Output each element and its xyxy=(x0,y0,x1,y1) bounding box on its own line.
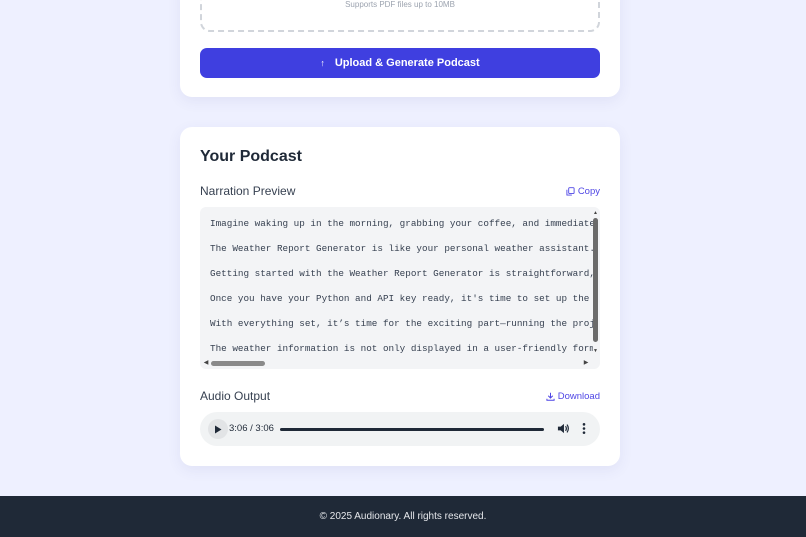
scroll-left-icon[interactable]: ◀ xyxy=(202,359,210,367)
audio-player: 3:06 / 3:06 xyxy=(200,412,600,446)
copy-button[interactable]: Copy xyxy=(566,186,600,197)
footer-copyright: © 2025 Audionary. All rights reserved. xyxy=(319,511,487,522)
scroll-right-icon[interactable]: ▶ xyxy=(582,359,590,367)
play-button[interactable] xyxy=(208,419,228,439)
upload-button-label: Upload & Generate Podcast xyxy=(334,57,480,69)
podcast-card: Your Podcast Narration Preview Copy Imag… xyxy=(180,127,620,466)
footer: © 2025 Audionary. All rights reserved. xyxy=(0,496,806,537)
upload-card: Supports PDF files up to 10MB ↑ Upload &… xyxy=(180,0,620,97)
vertical-scroll-thumb[interactable] xyxy=(593,218,598,342)
audio-output-label: Audio Output xyxy=(200,389,271,403)
download-button[interactable]: Download xyxy=(546,391,600,402)
narration-line: With everything set, it’s time for the e… xyxy=(210,318,593,329)
download-icon xyxy=(546,392,555,401)
narration-text: Imagine waking up in the morning, grabbi… xyxy=(210,218,593,363)
playback-progress-fill xyxy=(280,427,544,431)
arrow-up-icon: ↑ xyxy=(320,58,325,68)
scroll-down-icon[interactable]: ▼ xyxy=(592,347,599,355)
narration-line: The Weather Report Generator is like you… xyxy=(210,243,593,254)
download-label: Download xyxy=(557,391,600,402)
horizontal-scrollbar[interactable]: ◀ ▶ xyxy=(202,359,590,367)
dropzone-hint: Supports PDF files up to 10MB xyxy=(345,0,455,9)
playback-progress-bar[interactable] xyxy=(280,427,544,431)
narration-line: Once you have your Python and API key re… xyxy=(210,293,593,304)
play-icon xyxy=(215,425,222,433)
horizontal-scroll-thumb[interactable] xyxy=(211,360,265,366)
pdf-dropzone[interactable]: Supports PDF files up to 10MB xyxy=(200,0,600,32)
playback-time: 3:06 / 3:06 xyxy=(229,423,274,434)
more-options-icon[interactable] xyxy=(580,422,588,435)
narration-line: Imagine waking up in the morning, grabbi… xyxy=(210,218,593,229)
copy-label: Copy xyxy=(577,186,600,197)
podcast-title: Your Podcast xyxy=(200,148,302,165)
volume-icon[interactable] xyxy=(557,422,570,435)
upload-generate-button[interactable]: ↑ Upload & Generate Podcast xyxy=(200,48,600,78)
narration-preview-label: Narration Preview xyxy=(200,184,296,198)
narration-line: Getting started with the Weather Report … xyxy=(210,268,593,279)
scroll-up-icon[interactable]: ▲ xyxy=(592,209,599,217)
narration-textbox[interactable]: Imagine waking up in the morning, grabbi… xyxy=(200,207,600,369)
vertical-scrollbar[interactable]: ▲ ▼ xyxy=(592,209,599,355)
copy-icon xyxy=(566,187,575,196)
